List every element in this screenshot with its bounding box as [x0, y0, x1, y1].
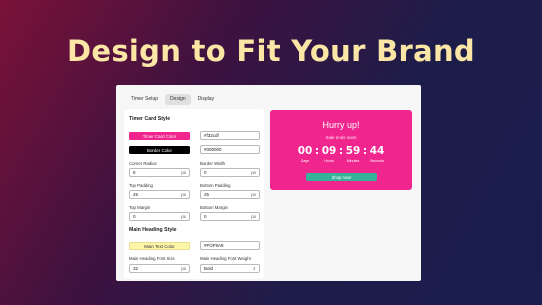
bottom-padding-input[interactable]: 25 px: [200, 190, 260, 199]
chevron-updown-icon: ⇕: [252, 266, 256, 271]
seconds-label: Seconds: [370, 159, 384, 163]
tab-display[interactable]: Display: [193, 94, 219, 105]
settings-panel: Timer Setup Design Display Timer Card St…: [116, 85, 421, 281]
bottom-padding-label: Bottom Padding: [200, 183, 231, 188]
main-heading-font-size-label: Main Heading Font Size: [129, 256, 175, 261]
timer-card-color-input[interactable]: #f32cdf: [200, 131, 260, 140]
top-margin-input[interactable]: 0 px: [129, 212, 190, 221]
timer-card-style-heading: Timer Card Style: [129, 116, 171, 122]
countdown-days: 00: [297, 145, 313, 157]
timer-card-color-swatch[interactable]: Timer Card Color: [129, 132, 190, 140]
hero-title: Design to Fit Your Brand: [67, 34, 475, 68]
countdown-hours: 09: [321, 145, 337, 157]
tab-bar: Timer Setup Design Display: [126, 94, 219, 105]
main-heading-style-heading: Main Heading Style: [129, 227, 177, 233]
design-form: Timer Card Style Timer Card Color #f32cd…: [124, 109, 264, 279]
border-width-label: Border Width: [200, 161, 226, 166]
main-heading-font-weight-label: Main Heading Font Weight: [200, 256, 251, 261]
countdown-digits: 00 : 09 : 59 : 44: [270, 145, 412, 157]
top-margin-label: Top Margin: [129, 205, 151, 210]
preview-heading: Hurry up!: [322, 120, 360, 130]
countdown-minutes: 59: [345, 145, 361, 157]
main-text-color-input[interactable]: #FOF9A8: [200, 241, 260, 250]
tab-timer-setup[interactable]: Timer Setup: [126, 94, 163, 105]
bottom-margin-input[interactable]: 0 px: [200, 212, 260, 221]
top-padding-label: Top Padding: [129, 183, 153, 188]
days-label: Days: [300, 159, 310, 163]
bottom-margin-label: Bottom Margin: [200, 205, 228, 210]
corner-radius-label: Corner Radius: [129, 161, 157, 166]
border-width-input[interactable]: 0 px: [200, 168, 260, 177]
minutes-label: Minutes: [346, 159, 360, 163]
timer-preview-card: Hurry up! Sale ends soon 00 : 09 : 59 : …: [270, 110, 412, 190]
border-color-input[interactable]: #000000: [200, 145, 260, 154]
hours-label: Hours: [324, 159, 334, 163]
top-padding-input[interactable]: 25 px: [129, 190, 190, 199]
border-color-swatch[interactable]: Border Color: [129, 146, 190, 154]
shop-now-button[interactable]: Shop now!: [306, 173, 377, 181]
corner-radius-input[interactable]: 8 px: [129, 168, 190, 177]
main-heading-font-size-input[interactable]: 32 px: [129, 264, 190, 273]
countdown-seconds: 44: [369, 145, 385, 157]
preview-subheading: Sale ends soon: [325, 135, 357, 140]
main-heading-font-weight-select[interactable]: Bold ⇕: [200, 264, 260, 273]
countdown-labels: Days Hours Minutes Seconds: [270, 159, 412, 163]
main-text-color-swatch[interactable]: Main Text Color: [129, 242, 190, 250]
tab-design[interactable]: Design: [165, 94, 191, 105]
